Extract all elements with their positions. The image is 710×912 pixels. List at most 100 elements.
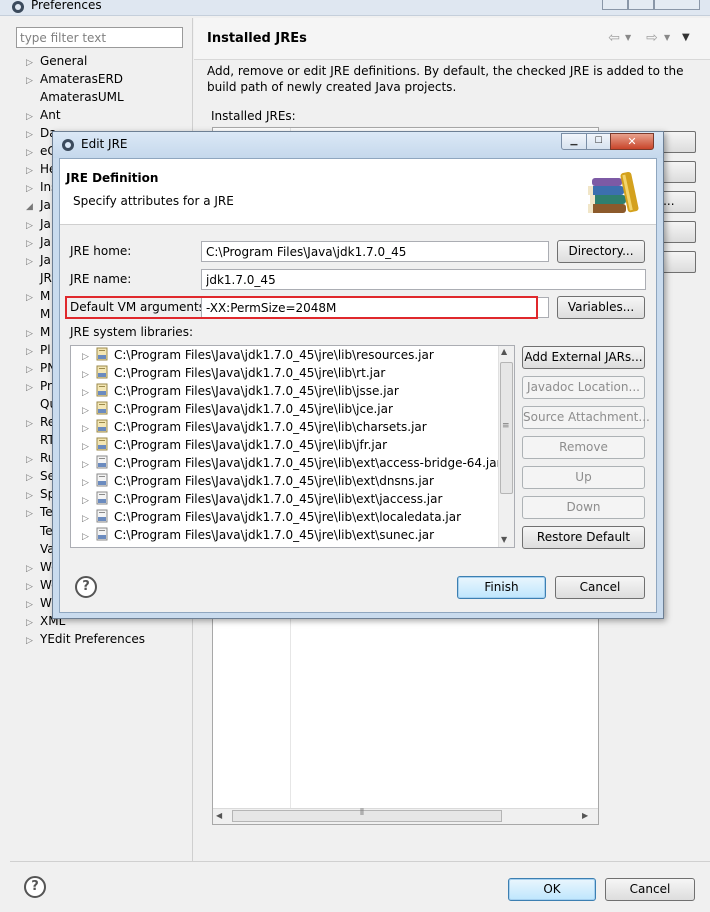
collapsed-triangle-icon[interactable]: ▷: [26, 221, 40, 231]
collapsed-triangle-icon[interactable]: ▷: [26, 76, 40, 86]
help-icon[interactable]: ?: [75, 576, 97, 598]
jar-icon: [96, 437, 108, 451]
collapsed-triangle-icon[interactable]: ▷: [82, 406, 94, 416]
collapsed-triangle-icon[interactable]: ▷: [26, 347, 40, 357]
chevron-down-icon[interactable]: ▼: [664, 30, 674, 46]
collapsed-triangle-icon[interactable]: ▷: [26, 112, 40, 122]
library-item[interactable]: ▷ C:\Program Files\Java\jdk1.7.0_45\jre\l…: [82, 401, 393, 419]
directory-button[interactable]: Directory...: [557, 240, 645, 263]
library-item[interactable]: ▷ C:\Program Files\Java\jdk1.7.0_45\jre\l…: [82, 491, 442, 509]
chevron-down-icon[interactable]: ▼: [625, 30, 635, 46]
collapsed-triangle-icon[interactable]: ▷: [26, 455, 40, 465]
remove-button[interactable]: Remove: [522, 436, 645, 459]
add-external-jars-button[interactable]: Add External JARs...: [522, 346, 645, 369]
collapsed-triangle-icon[interactable]: ▷: [26, 564, 40, 574]
restore-default-button[interactable]: Restore Default: [522, 526, 645, 549]
collapsed-triangle-icon[interactable]: ▷: [26, 365, 40, 375]
cancel-button[interactable]: Cancel: [555, 576, 645, 599]
tree-item[interactable]: ▷ Pr: [26, 379, 52, 397]
tree-item[interactable]: ▷ Ja: [26, 235, 51, 253]
scroll-up-icon[interactable]: ▲: [501, 347, 507, 356]
collapsed-triangle-icon[interactable]: ▷: [26, 130, 40, 140]
collapsed-triangle-icon[interactable]: ▷: [26, 509, 40, 519]
tree-item[interactable]: ▷ Ant: [26, 108, 61, 126]
down-button[interactable]: Down: [522, 496, 645, 519]
maximize-button[interactable]: ☐: [586, 133, 611, 150]
collapsed-triangle-icon[interactable]: ▷: [26, 329, 40, 339]
help-icon[interactable]: ?: [24, 876, 46, 898]
collapsed-triangle-icon[interactable]: ▷: [26, 58, 40, 68]
scroll-right-icon[interactable]: ▶: [582, 810, 594, 822]
tree-item[interactable]: ▷ AmaterasERD: [26, 72, 123, 90]
collapsed-triangle-icon[interactable]: ▷: [26, 293, 40, 303]
cancel-button[interactable]: Cancel: [605, 878, 695, 901]
tree-item[interactable]: JR: [26, 271, 52, 289]
library-item[interactable]: ▷ C:\Program Files\Java\jdk1.7.0_45\jre\l…: [82, 455, 502, 473]
tree-item[interactable]: ▷ General: [26, 54, 87, 72]
collapsed-triangle-icon[interactable]: ▷: [82, 514, 94, 524]
close-button[interactable]: [654, 0, 700, 10]
tree-item[interactable]: ▷ Pl: [26, 343, 51, 361]
library-item[interactable]: ▷ C:\Program Files\Java\jdk1.7.0_45\jre\l…: [82, 419, 427, 437]
collapsed-triangle-icon[interactable]: ▷: [82, 370, 94, 380]
collapsed-triangle-icon[interactable]: ▷: [26, 473, 40, 483]
library-item[interactable]: ▷ C:\Program Files\Java\jdk1.7.0_45\jre\l…: [82, 347, 434, 365]
collapsed-triangle-icon[interactable]: ▷: [26, 618, 40, 628]
collapsed-triangle-icon[interactable]: ▷: [26, 383, 40, 393]
library-item[interactable]: ▷ C:\Program Files\Java\jdk1.7.0_45\jre\l…: [82, 509, 461, 527]
collapsed-triangle-icon[interactable]: ▷: [26, 166, 40, 176]
back-arrow-icon[interactable]: ⇦: [606, 30, 622, 46]
collapsed-triangle-icon[interactable]: ▷: [26, 148, 40, 158]
collapsed-triangle-icon[interactable]: ▷: [26, 257, 40, 267]
library-path: C:\Program Files\Java\jdk1.7.0_45\jre\li…: [114, 402, 393, 416]
maximize-button[interactable]: [628, 0, 654, 10]
ok-button[interactable]: OK: [508, 878, 596, 901]
scrollbar-thumb[interactable]: [232, 810, 502, 822]
collapsed-triangle-icon[interactable]: ▷: [82, 388, 94, 398]
collapsed-triangle-icon[interactable]: ▷: [82, 532, 94, 542]
collapsed-triangle-icon[interactable]: ▷: [26, 419, 40, 429]
tree-item[interactable]: ▷ YEdit Preferences: [26, 632, 145, 650]
jre-home-input[interactable]: [201, 241, 549, 262]
collapsed-triangle-icon[interactable]: ▷: [82, 478, 94, 488]
close-button[interactable]: ✕: [610, 133, 654, 150]
tree-item-label: Ant: [40, 108, 61, 122]
tree-item[interactable]: ▷ Ja: [26, 253, 51, 271]
minimize-button[interactable]: ▁: [561, 133, 587, 150]
collapsed-triangle-icon[interactable]: ▷: [26, 184, 40, 194]
collapsed-triangle-icon[interactable]: ▷: [82, 424, 94, 434]
tree-item[interactable]: ◢ Ja: [26, 198, 51, 216]
collapsed-triangle-icon[interactable]: ▷: [82, 442, 94, 452]
tree-item[interactable]: M: [26, 307, 50, 325]
view-menu-icon[interactable]: ▼: [682, 30, 696, 46]
collapsed-triangle-icon[interactable]: ▷: [82, 352, 94, 362]
tree-item[interactable]: ▷ M: [26, 289, 50, 307]
collapsed-triangle-icon[interactable]: ▷: [82, 496, 94, 506]
library-item[interactable]: ▷ C:\Program Files\Java\jdk1.7.0_45\jre\l…: [82, 527, 434, 545]
tree-item[interactable]: ▷ Ja: [26, 217, 51, 235]
library-item[interactable]: ▷ C:\Program Files\Java\jdk1.7.0_45\jre\l…: [82, 365, 385, 383]
collapsed-triangle-icon[interactable]: ▷: [26, 636, 40, 646]
tree-item[interactable]: ▷ M: [26, 325, 50, 343]
collapsed-triangle-icon[interactable]: ▷: [26, 239, 40, 249]
collapsed-triangle-icon[interactable]: ▷: [26, 600, 40, 610]
tree-item[interactable]: AmaterasUML: [26, 90, 124, 108]
jre-name-input[interactable]: [201, 269, 646, 290]
library-item[interactable]: ▷ C:\Program Files\Java\jdk1.7.0_45\jre\l…: [82, 437, 387, 455]
forward-arrow-icon[interactable]: ⇨: [644, 30, 660, 46]
library-item[interactable]: ▷ C:\Program Files\Java\jdk1.7.0_45\jre\l…: [82, 473, 434, 491]
collapsed-triangle-icon[interactable]: ▷: [26, 491, 40, 501]
minimize-button[interactable]: [602, 0, 628, 10]
variables-button[interactable]: Variables...: [557, 296, 645, 319]
expanded-triangle-icon[interactable]: ◢: [26, 202, 40, 212]
javadoc-location-button[interactable]: Javadoc Location...: [522, 376, 645, 399]
library-item[interactable]: ▷ C:\Program Files\Java\jdk1.7.0_45\jre\l…: [82, 383, 399, 401]
collapsed-triangle-icon[interactable]: ▷: [82, 460, 94, 470]
scroll-down-icon[interactable]: ▼: [501, 535, 507, 544]
filter-input[interactable]: [16, 27, 183, 48]
source-attachment-button[interactable]: Source Attachment...: [522, 406, 650, 429]
scroll-left-icon[interactable]: ◀: [216, 810, 228, 822]
collapsed-triangle-icon[interactable]: ▷: [26, 582, 40, 592]
finish-button[interactable]: Finish: [457, 576, 546, 599]
up-button[interactable]: Up: [522, 466, 645, 489]
